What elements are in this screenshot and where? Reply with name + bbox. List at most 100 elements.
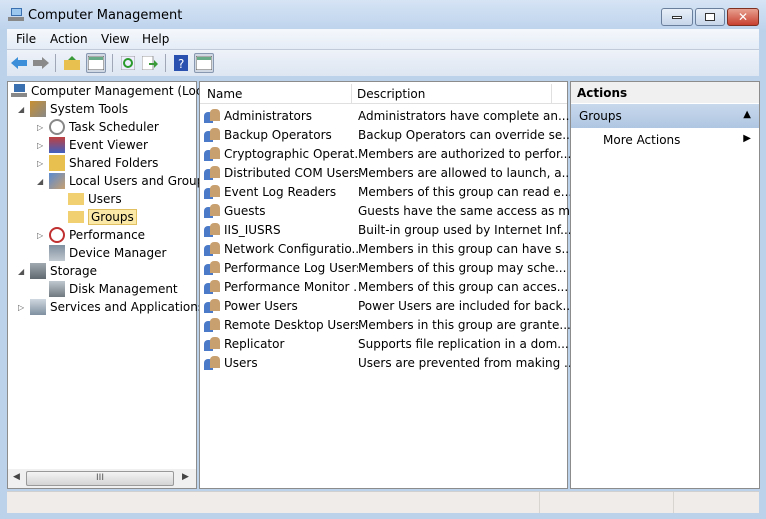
computer-management-icon [11,84,27,97]
expanded-arrow-icon[interactable]: ◢ [18,267,24,276]
table-row[interactable]: Power Users Power Users are included for … [204,296,574,315]
group-name: Remote Desktop Users [224,317,358,332]
group-name: Distributed COM Users [224,165,358,180]
table-row[interactable]: Backup Operators Backup Operators can ove… [204,125,574,144]
back-button[interactable] [9,53,29,73]
group-name: Performance Monitor ... [224,279,358,294]
tree-item-computer-management[interactable]: Computer Management (Local [11,82,213,100]
tree-item-local-users-groups[interactable]: Local Users and Groups [49,172,211,190]
status-divider [673,492,674,513]
status-divider [539,492,540,513]
tree-label: Storage [50,264,97,278]
group-name: Users [224,355,258,370]
table-row[interactable]: Performance Monitor ... Members of this g… [204,277,568,296]
table-row[interactable]: Replicator Supports file replication in a… [204,334,569,353]
users-icon [49,173,65,189]
table-row[interactable]: Guests Guests have the same access as m..… [204,201,581,220]
tree-item-system-tools[interactable]: System Tools [30,100,128,118]
tree-item-device-manager[interactable]: Device Manager [49,244,166,262]
show-hide-console-tree-button[interactable] [86,53,106,73]
tree-item-task-scheduler[interactable]: Task Scheduler [49,118,159,136]
menu-file[interactable]: File [16,32,36,46]
table-row[interactable]: Network Configuratio... Members in this g… [204,239,573,258]
event-viewer-icon [49,137,65,153]
close-button[interactable]: ✕ [727,8,759,26]
close-icon: ✕ [737,10,749,24]
tree-item-shared-folders[interactable]: Shared Folders [49,154,158,172]
list-header: Name Description [200,84,567,104]
more-actions-item[interactable]: More Actions ▶ [571,130,759,150]
group-name: Replicator [224,336,285,351]
tree-item-storage[interactable]: Storage [30,262,97,280]
group-name: Event Log Readers [224,184,337,199]
column-header-description[interactable]: Description [357,87,425,101]
scroll-right-icon[interactable]: ▶ [182,472,189,482]
help-icon: ? [174,55,188,71]
more-actions-label: More Actions [603,133,681,147]
table-row[interactable]: IIS_IUSRS Built-in group used by Internet… [204,220,572,239]
tree-label: Computer Management (Local [31,84,214,98]
minimize-button[interactable] [661,8,693,26]
actions-pane: Actions Groups ▲ More Actions ▶ [570,81,760,489]
tree-label: Services and Applications [50,300,205,314]
show-hide-action-pane-button[interactable] [194,53,214,73]
table-row[interactable]: Administrators Administrators have comple… [204,106,569,125]
collapsed-arrow-icon[interactable]: ▷ [37,231,43,240]
table-row[interactable]: Performance Log Users Members of this gro… [204,258,566,277]
collapsed-arrow-icon[interactable]: ▷ [18,303,24,312]
group-description: Members of this group can read e... [358,184,573,199]
scroll-left-icon[interactable]: ◀ [13,472,20,482]
tree-item-groups[interactable]: Groups [68,208,137,226]
group-description: Guests have the same access as m... [358,203,582,218]
computer-management-icon [8,8,24,21]
group-icon [204,146,220,161]
tree-item-disk-management[interactable]: Disk Management [49,280,178,298]
group-icon [204,260,220,275]
table-row[interactable]: Remote Desktop Users Members in this grou… [204,315,571,334]
tree-item-event-viewer[interactable]: Event Viewer [49,136,148,154]
forward-button[interactable] [31,53,51,73]
title-bar: Computer Management ✕ [0,0,766,30]
maximize-button[interactable] [695,8,725,26]
group-name: Guests [224,203,266,218]
menu-help[interactable]: Help [142,32,169,46]
table-row[interactable]: Event Log Readers Members of this group c… [204,182,572,201]
menu-view[interactable]: View [101,32,129,46]
up-button[interactable] [62,53,82,73]
tree-label: Local Users and Groups [69,174,211,188]
collapsed-arrow-icon[interactable]: ▷ [37,159,43,168]
tree-label: System Tools [50,102,129,116]
column-header-name[interactable]: Name [207,87,242,101]
tree-label: Users [88,192,122,206]
group-name: Cryptographic Operat... [224,146,358,161]
refresh-button[interactable] [118,53,138,73]
group-name: Backup Operators [224,127,332,142]
horizontal-scrollbar[interactable]: ◀ III ▶ [8,469,196,488]
collapse-up-icon[interactable]: ▲ [743,109,751,120]
table-row[interactable]: Distributed COM Users Members are allowed… [204,163,573,182]
collapsed-arrow-icon[interactable]: ▷ [37,141,43,150]
forward-icon [33,57,49,69]
group-icon [204,355,220,370]
menu-action[interactable]: Action [50,32,88,46]
tree-item-performance[interactable]: Performance [49,226,145,244]
column-divider[interactable] [351,84,352,104]
export-list-button[interactable] [140,53,160,73]
help-button[interactable]: ? [171,53,191,73]
group-description: Backup Operators can override se... [358,127,574,142]
refresh-icon [121,56,135,70]
expanded-arrow-icon[interactable]: ◢ [18,105,24,114]
performance-icon [49,227,65,243]
scroll-thumb[interactable]: III [26,471,174,486]
group-description: Built-in group used by Internet Inf... [358,222,572,237]
group-description: Users are prevented from making ... [358,355,576,370]
tree-item-services-applications[interactable]: Services and Applications [30,298,204,316]
table-row[interactable]: Users Users are prevented from making ... [204,353,575,372]
actions-section-groups[interactable]: Groups ▲ [571,104,759,128]
column-divider[interactable] [551,84,552,104]
collapsed-arrow-icon[interactable]: ▷ [37,123,43,132]
group-description: Administrators have complete an... [358,108,570,123]
expanded-arrow-icon[interactable]: ◢ [37,177,43,186]
table-row[interactable]: Cryptographic Operat... Members are autho… [204,144,571,163]
tree-item-users[interactable]: Users [68,190,122,208]
